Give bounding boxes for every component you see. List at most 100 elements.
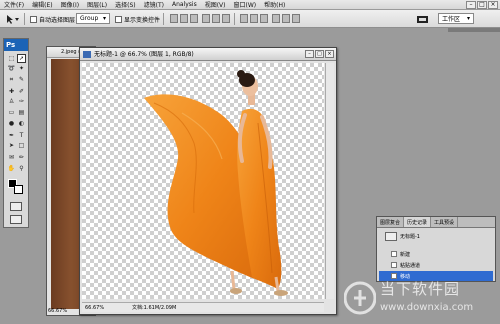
snapshot-label: 无标题-1: [400, 233, 420, 240]
auto-select-group: 自动选择图层: [30, 13, 75, 25]
background-color-swatch[interactable]: [14, 185, 23, 194]
document-2-zoom: 66.67%: [48, 308, 68, 314]
history-panel: 图层复合 历史记录 工具预设 无标题-1 新建 粘贴通道 移动: [376, 216, 496, 282]
history-brush-tool-icon[interactable]: ✑: [17, 97, 26, 106]
zoom-tool-icon[interactable]: ⚲: [17, 164, 26, 173]
doc-close-button[interactable]: ×: [325, 50, 334, 58]
menu-edit[interactable]: 编辑(E): [28, 0, 56, 9]
separator: [163, 13, 164, 25]
brush-tool-icon[interactable]: ✐: [17, 87, 26, 96]
watermark-title: 当下软件园: [380, 280, 461, 298]
move-tool-preset[interactable]: [4, 13, 20, 25]
document-window-1[interactable]: 无标题-1 @ 66.7% (图层 1, RGB/8) – □ × 66.67%…: [79, 47, 337, 315]
document-icon: [83, 51, 91, 58]
document-size[interactable]: 文档:1.61M/2.09M: [132, 304, 176, 311]
path-selection-tool-icon[interactable]: ➤: [7, 141, 16, 150]
paste-icon: [391, 262, 397, 268]
menu-filter[interactable]: 滤镜(T): [140, 0, 168, 9]
marquee-tool-icon[interactable]: ⬚: [7, 54, 16, 63]
dodge-tool-icon[interactable]: ◐: [17, 119, 26, 128]
document-titlebar[interactable]: 无标题-1 @ 66.7% (图层 1, RGB/8) – □ ×: [80, 48, 336, 61]
auto-select-label: 自动选择图层: [39, 16, 76, 24]
close-button[interactable]: ×: [488, 1, 498, 9]
dropdown-value: Group: [80, 15, 99, 22]
panel-dock-strip: [448, 28, 500, 32]
menu-view[interactable]: 视图(V): [201, 0, 230, 9]
menu-layer[interactable]: 图层(L): [83, 0, 111, 9]
distribute-top-icon[interactable]: [240, 14, 248, 23]
crop-tool-icon[interactable]: ⌗: [7, 75, 16, 84]
history-panel-tabs: 图层复合 历史记录 工具预设: [377, 217, 495, 228]
clone-stamp-tool-icon[interactable]: ♙: [7, 97, 16, 106]
history-entry-label: 新建: [400, 251, 411, 258]
minimize-button[interactable]: –: [466, 1, 476, 9]
menu-help[interactable]: 帮助(H): [260, 0, 289, 9]
document-window-controls: – □ ×: [305, 50, 334, 58]
watermark-logo-icon: [344, 281, 376, 315]
bridge-icon: [417, 16, 428, 23]
menu-window[interactable]: 窗口(W): [230, 0, 261, 9]
menu-file[interactable]: 文件(F): [0, 0, 28, 9]
move-tool-icon: [7, 15, 19, 24]
tab-history[interactable]: 历史记录: [404, 217, 432, 227]
quick-mask-icon[interactable]: [10, 202, 22, 211]
show-transform-checkbox[interactable]: [115, 15, 122, 23]
distribute-vcenter-icon[interactable]: [250, 14, 258, 23]
model-image: [144, 70, 288, 296]
pen-tool-icon[interactable]: ✒: [7, 131, 16, 140]
healing-brush-tool-icon[interactable]: ✚: [7, 87, 16, 96]
status-bar: 66.67% 文档:1.61M/2.09M: [82, 302, 324, 312]
auto-select-checkbox[interactable]: [30, 15, 37, 23]
tab-tool-presets[interactable]: 工具预设: [431, 217, 459, 227]
options-bar: 自动选择图层 Group ▾ 显示变换控件 工作区 ▾: [0, 10, 500, 28]
blur-tool-icon[interactable]: ●: [7, 119, 16, 128]
align-vcenter-icon[interactable]: [180, 14, 188, 23]
align-hcenter-icon[interactable]: [212, 14, 220, 23]
vertical-scrollbar[interactable]: [325, 63, 334, 299]
show-transform-group: 显示变换控件: [115, 13, 160, 25]
watermark-url: www.downxia.com: [380, 302, 474, 313]
distribute-right-icon[interactable]: [292, 14, 300, 23]
separator: [234, 13, 235, 25]
auto-select-type-dropdown[interactable]: Group ▾: [76, 13, 110, 24]
tab-layer-comps[interactable]: 图层复合: [377, 217, 405, 227]
document-canvas[interactable]: [82, 63, 324, 299]
type-tool-icon[interactable]: T: [17, 131, 26, 140]
history-entry[interactable]: 新建: [379, 249, 493, 259]
bridge-button[interactable]: [416, 13, 430, 25]
toolbox: Ps ⬚ ➚ ➰ ✦ ⌗ ✎ ✚ ✐ ♙ ✑ ▭ ▤ ● ◐ ✒ T ➤ □ ✉…: [3, 38, 29, 228]
zoom-level[interactable]: 66.67%: [82, 305, 108, 311]
doc-maximize-button[interactable]: □: [315, 50, 324, 58]
maximize-button[interactable]: □: [477, 1, 487, 9]
hand-tool-icon[interactable]: ✋: [7, 164, 16, 173]
eraser-tool-icon[interactable]: ▭: [7, 108, 16, 117]
shape-tool-icon[interactable]: □: [17, 141, 26, 150]
distribute-bottom-icon[interactable]: [260, 14, 268, 23]
distribute-hcenter-icon[interactable]: [282, 14, 290, 23]
workspace-label: 工作区: [442, 16, 461, 23]
align-bottom-icon[interactable]: [190, 14, 198, 23]
move-tool-icon[interactable]: ➚: [17, 54, 26, 63]
align-right-icon[interactable]: [222, 14, 230, 23]
doc-minimize-button[interactable]: –: [305, 50, 314, 58]
align-top-icon[interactable]: [170, 14, 178, 23]
gradient-tool-icon[interactable]: ▤: [17, 108, 26, 117]
watermark: 当下软件园 www.downxia.com: [340, 276, 500, 324]
menu-image[interactable]: 图像(I): [57, 0, 83, 9]
history-snapshot[interactable]: 无标题-1: [379, 231, 493, 241]
slice-tool-icon[interactable]: ✎: [17, 75, 26, 84]
lasso-tool-icon[interactable]: ➰: [7, 64, 16, 73]
menu-analysis[interactable]: Analysis: [168, 1, 201, 8]
distribute-left-icon[interactable]: [272, 14, 280, 23]
chevron-down-icon: ▾: [466, 15, 470, 22]
menu-bar: 文件(F) 编辑(E) 图像(I) 图层(L) 选择(S) 滤镜(T) Anal…: [0, 0, 500, 10]
workspace-dropdown[interactable]: 工作区 ▾: [438, 13, 474, 24]
menu-select[interactable]: 选择(S): [111, 0, 140, 9]
history-entry[interactable]: 粘贴通道: [379, 260, 493, 270]
screen-mode-icon[interactable]: [10, 215, 22, 224]
align-left-icon[interactable]: [202, 14, 210, 23]
window-controls: – □ ×: [466, 1, 498, 9]
notes-tool-icon[interactable]: ✉: [7, 153, 16, 162]
eyedropper-tool-icon[interactable]: ✏: [17, 153, 26, 162]
magic-wand-tool-icon[interactable]: ✦: [17, 64, 26, 73]
